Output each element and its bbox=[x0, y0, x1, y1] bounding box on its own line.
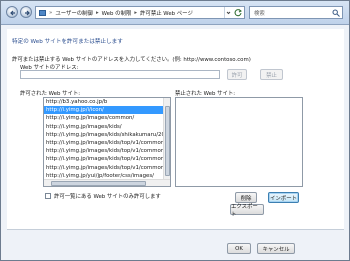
allowed-site-item[interactable]: http://i.yimg.jp/i/icon/ bbox=[44, 106, 170, 115]
divider bbox=[7, 229, 344, 230]
allowed-site-item[interactable]: http://i.yimg.jp/images/common/ bbox=[44, 114, 170, 122]
navigation-bar: » ユーザーの制御 ▸ Web の制限 ▸ 許可禁止 Web ページ 検索 bbox=[1, 1, 349, 25]
allowed-site-item[interactable]: http://i.yimg.jp/images/kids/top/v1/comm… bbox=[44, 147, 170, 155]
address-dropdown-button[interactable] bbox=[224, 7, 232, 18]
breadcrumb-item-allow-block[interactable]: 許可禁止 Web ページ bbox=[140, 9, 193, 17]
chevron-down-icon bbox=[226, 11, 231, 15]
allowed-site-item[interactable]: http://i.yimg.jp/images/kids/top/v1/comm… bbox=[44, 164, 170, 172]
allow-only-listed-label: 許可一覧にある Web サイトのみ許可します bbox=[54, 194, 161, 200]
allowed-site-item[interactable]: http://b3.yahoo.co.jp/b bbox=[44, 98, 170, 106]
instruction-text: 許可または禁止する Web サイトのアドレスを入力してください。(例: http… bbox=[12, 57, 251, 63]
refresh-icon bbox=[234, 9, 242, 17]
parental-controls-window: » ユーザーの制御 ▸ Web の制限 ▸ 許可禁止 Web ページ 検索 特定… bbox=[0, 0, 350, 261]
breadcrumb-item-web-restriction[interactable]: Web の制限 bbox=[102, 9, 132, 17]
breadcrumb-item-user-control[interactable]: ユーザーの制御 bbox=[55, 9, 93, 17]
forward-arrow-icon bbox=[25, 10, 30, 16]
blocked-sites-label: 禁止された Web サイト: bbox=[175, 91, 236, 97]
refresh-button[interactable] bbox=[234, 8, 243, 17]
blocked-sites-list[interactable] bbox=[175, 97, 303, 187]
allow-only-listed-checkbox[interactable] bbox=[45, 193, 51, 199]
allowed-list-vertical-scrollbar[interactable] bbox=[163, 98, 170, 186]
import-button[interactable]: インポート bbox=[268, 192, 299, 203]
search-placeholder: 検索 bbox=[254, 10, 265, 17]
forward-button[interactable] bbox=[20, 6, 32, 18]
allowed-sites-list[interactable]: http://b3.yahoo.co.jp/b http://i.yimg.jp/… bbox=[43, 97, 171, 187]
allowed-sites-label: 許可された Web サイト: bbox=[20, 91, 81, 97]
allowed-site-item[interactable]: http://i.yimg.jp/images/kids/shikakumaru… bbox=[44, 131, 170, 139]
breadcrumb-separator-icon: » bbox=[49, 9, 53, 16]
allow-button[interactable]: 許可 bbox=[227, 69, 247, 80]
export-button[interactable]: エクスポート bbox=[230, 204, 264, 218]
allowed-site-item[interactable]: http://i.yimg.jp/images/kids/top/v1/comm… bbox=[44, 139, 170, 147]
scrollbar-thumb[interactable] bbox=[165, 106, 170, 176]
page-title: 特定の Web サイトを許可または禁止します bbox=[12, 39, 123, 45]
back-button[interactable] bbox=[6, 6, 18, 18]
search-icon[interactable] bbox=[332, 9, 340, 17]
back-arrow-icon bbox=[10, 10, 15, 16]
ok-button[interactable]: OK bbox=[227, 243, 251, 254]
breadcrumb-separator-icon: ▸ bbox=[95, 9, 99, 16]
search-input[interactable]: 検索 bbox=[249, 6, 343, 19]
breadcrumb-separator-icon: ▸ bbox=[134, 9, 138, 16]
control-panel-icon bbox=[39, 9, 46, 16]
scrollbar-thumb[interactable] bbox=[51, 181, 146, 186]
block-button[interactable]: 禁止 bbox=[260, 69, 283, 80]
address-bar[interactable]: » ユーザーの制御 ▸ Web の制限 ▸ 許可禁止 Web ページ bbox=[35, 6, 245, 19]
allowed-site-item[interactable]: http://i.yimg.jp/images/kids/ bbox=[44, 123, 170, 131]
allowed-site-item[interactable]: http://i.yimg.jp/images/kids/top/v1/comm… bbox=[44, 155, 170, 163]
website-address-input[interactable] bbox=[20, 70, 220, 79]
allowed-list-horizontal-scrollbar[interactable] bbox=[44, 179, 170, 186]
cancel-button[interactable]: キャンセル bbox=[257, 243, 295, 254]
